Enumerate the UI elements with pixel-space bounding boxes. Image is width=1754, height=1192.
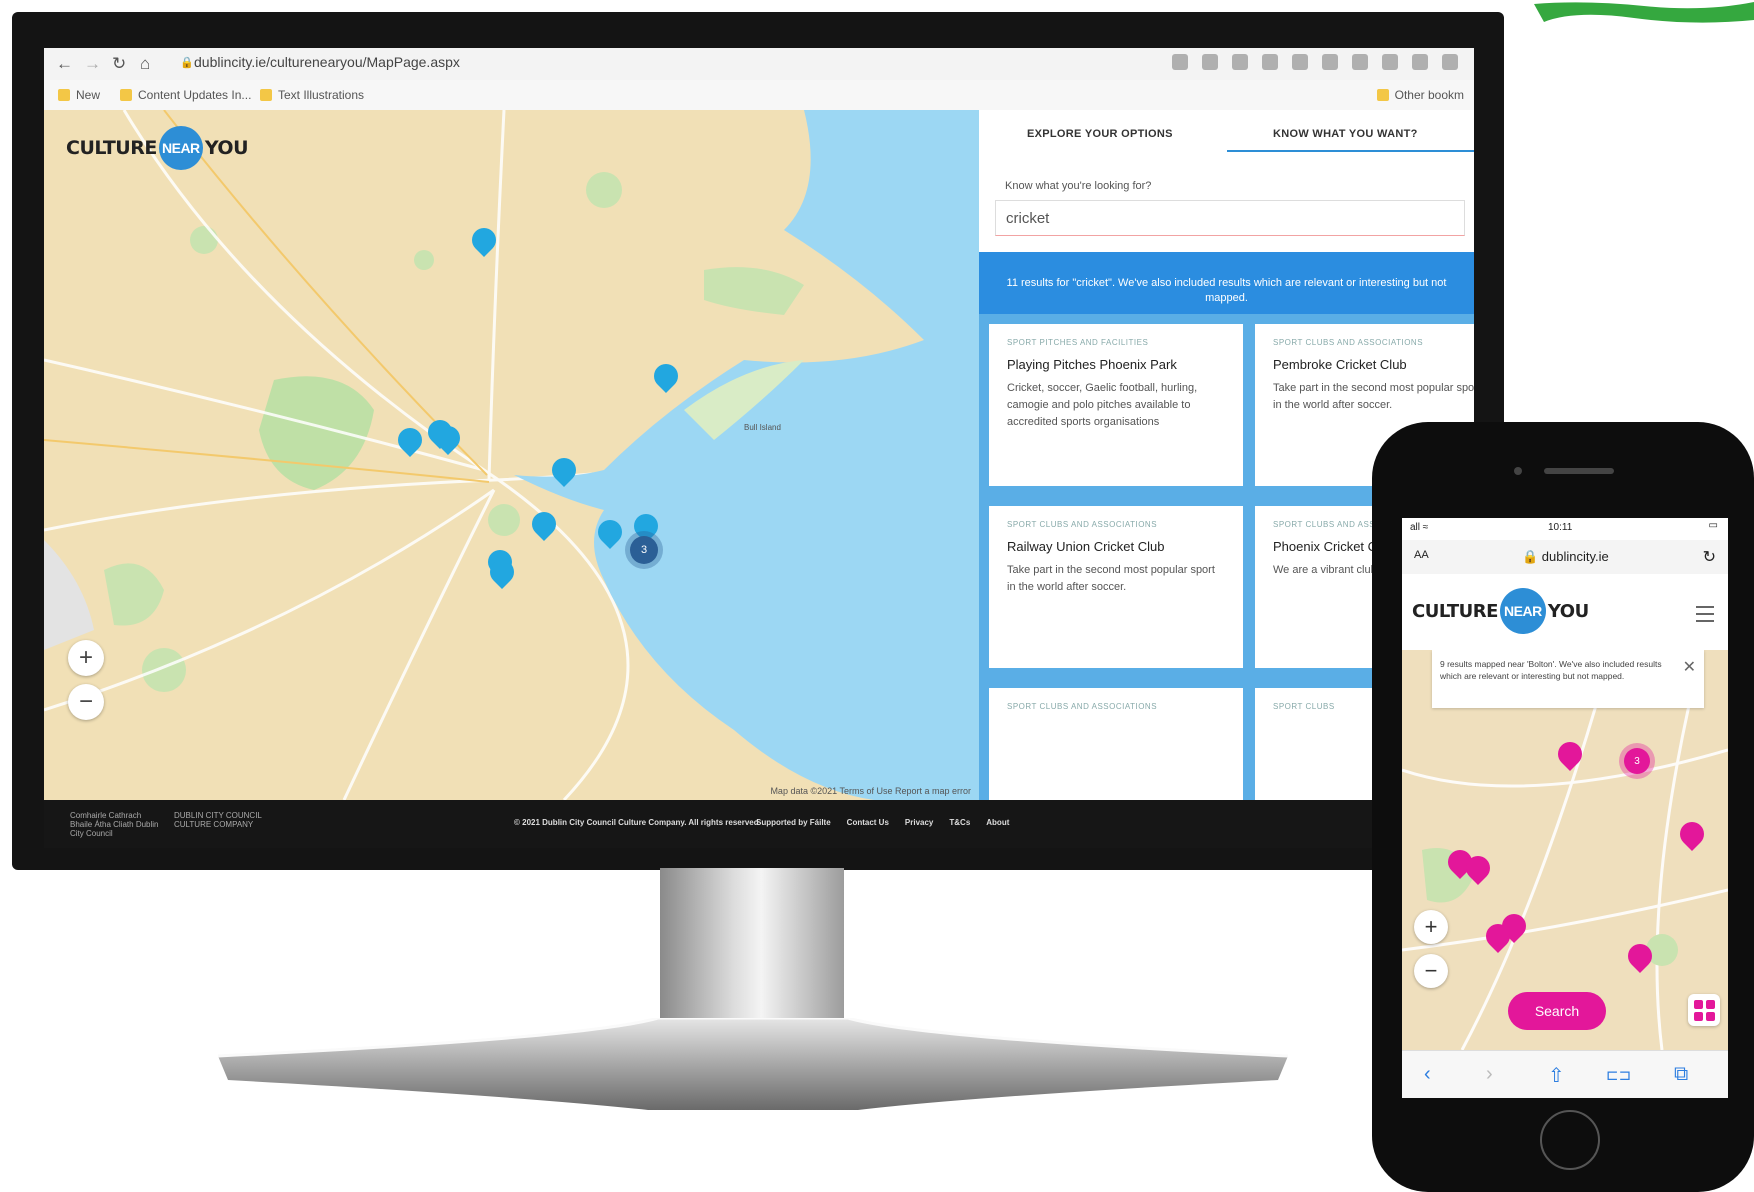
translate-icon[interactable] bbox=[1202, 54, 1218, 70]
tabs-icon[interactable]: ⧉ bbox=[1674, 1063, 1688, 1086]
footer-links: Supported by Fáilte Contact Us Privacy T… bbox=[756, 818, 1009, 827]
culture-near-you-logo[interactable]: CULTURE NEAR YOU bbox=[1412, 588, 1589, 634]
menu-icon[interactable] bbox=[1442, 54, 1458, 70]
extension-icon[interactable] bbox=[1352, 54, 1368, 70]
speaker-grille bbox=[1544, 468, 1614, 474]
mobile-map[interactable]: 9 results mapped near 'Bolton'. We've al… bbox=[1402, 650, 1728, 1050]
signal-icon: all ≈ bbox=[1410, 522, 1429, 533]
desktop-monitor: ← → ↻ ⌂ 🔒 dublincity.ie/culturenearyou/M… bbox=[12, 12, 1504, 870]
share-icon[interactable]: ⇧ bbox=[1548, 1063, 1565, 1088]
copyright-text: © 2021 Dublin City Council Culture Compa… bbox=[514, 818, 759, 827]
profile-icon[interactable] bbox=[1412, 54, 1428, 70]
camera-icon bbox=[1514, 467, 1522, 475]
footer-link-supported[interactable]: Supported by Fáilte bbox=[756, 818, 831, 827]
bookmark-item[interactable]: Text Illustrations bbox=[260, 88, 364, 102]
other-bookmarks[interactable]: Other bookm bbox=[1376, 88, 1464, 102]
query-label: Know what you're looking for? bbox=[1005, 180, 1152, 192]
folder-icon bbox=[58, 89, 70, 101]
zoom-out-button[interactable]: − bbox=[1414, 954, 1448, 988]
extension-icon[interactable] bbox=[1382, 54, 1398, 70]
zoom-out-button[interactable]: − bbox=[68, 684, 104, 720]
extension-icon[interactable] bbox=[1322, 54, 1338, 70]
desktop-screen: ← → ↻ ⌂ 🔒 dublincity.ie/culturenearyou/M… bbox=[44, 48, 1474, 848]
map-view[interactable]: Bull Island CULTURE NEAR YOU 3 + − Map d… bbox=[44, 110, 979, 800]
footer-link-contact[interactable]: Contact Us bbox=[847, 818, 889, 827]
lock-icon: 🔒 bbox=[180, 57, 194, 69]
extension-icon[interactable] bbox=[1292, 54, 1308, 70]
map-cluster[interactable]: 3 bbox=[630, 536, 658, 564]
map-attribution[interactable]: Map data ©2021 Terms of Use Report a map… bbox=[770, 786, 971, 796]
bookmarks-bar: New Content Updates In... Text Illustrat… bbox=[44, 80, 1474, 111]
bookmark-item[interactable]: New bbox=[58, 88, 100, 102]
text-size-button[interactable]: AA bbox=[1414, 549, 1429, 561]
list-view-icon[interactable] bbox=[1688, 994, 1720, 1026]
battery-icon: ▭ bbox=[1708, 520, 1718, 531]
map-background: Bull Island bbox=[44, 110, 979, 800]
dcc-logo[interactable]: Comhairle Cathrach Bhaile Átha Cliath Du… bbox=[70, 811, 160, 837]
hamburger-menu-icon[interactable] bbox=[1696, 606, 1714, 622]
status-bar: all ≈ 10:11 ▭ bbox=[1402, 518, 1728, 540]
mobile-url-bar: AA 🔒 dublincity.ie ↻ bbox=[1402, 540, 1728, 575]
status-time: 10:11 bbox=[1548, 522, 1573, 533]
zoom-in-button[interactable]: + bbox=[1414, 910, 1448, 944]
home-icon[interactable]: ⌂ bbox=[140, 54, 150, 74]
result-card[interactable]: SPORT PITCHES AND FACILITIES Playing Pit… bbox=[989, 324, 1243, 486]
tab-know-what-you-want[interactable]: KNOW WHAT YOU WANT? bbox=[1273, 128, 1418, 140]
folder-icon bbox=[1376, 89, 1389, 101]
search-input[interactable] bbox=[995, 200, 1465, 236]
green-brush-decoration bbox=[1534, 2, 1754, 23]
bookmarks-icon[interactable]: ⊏⊐ bbox=[1606, 1066, 1631, 1084]
bookmark-item[interactable]: Content Updates In... bbox=[120, 88, 251, 102]
zoom-icon[interactable] bbox=[1232, 54, 1248, 70]
mobile-header: CULTURE NEAR YOU bbox=[1402, 574, 1728, 650]
active-tab-indicator bbox=[1227, 150, 1474, 152]
tab-explore-options[interactable]: EXPLORE YOUR OPTIONS bbox=[1027, 128, 1173, 140]
star-icon[interactable] bbox=[1262, 54, 1278, 70]
reload-icon[interactable]: ↻ bbox=[1703, 547, 1716, 567]
close-icon[interactable]: ✕ bbox=[1683, 656, 1696, 679]
back-icon[interactable]: ← bbox=[56, 54, 73, 74]
map-cluster[interactable]: 3 bbox=[1624, 748, 1650, 774]
footer-link-privacy[interactable]: Privacy bbox=[905, 818, 933, 827]
mobile-address[interactable]: 🔒 dublincity.ie bbox=[1522, 549, 1609, 565]
result-card[interactable]: SPORT CLUBS AND ASSOCIATIONS bbox=[989, 688, 1243, 800]
footer-link-terms[interactable]: T&Cs bbox=[949, 818, 970, 827]
culture-near-you-logo[interactable]: CULTURE NEAR YOU bbox=[66, 126, 249, 170]
address-bar[interactable]: dublincity.ie/culturenearyou/MapPage.asp… bbox=[194, 54, 460, 70]
result-card[interactable]: SPORT CLUBS AND ASSOCIATIONS Railway Uni… bbox=[989, 506, 1243, 668]
results-banner: 11 results for "cricket". We've also inc… bbox=[979, 252, 1474, 314]
footer-link-about[interactable]: About bbox=[986, 818, 1009, 827]
results-notice: 9 results mapped near 'Bolton'. We've al… bbox=[1432, 650, 1704, 708]
culture-company-logo[interactable]: DUBLIN CITY COUNCIL CULTURE COMPANY bbox=[174, 811, 274, 834]
mobile-browser-toolbar: ‹ › ⇧ ⊏⊐ ⧉ bbox=[1402, 1050, 1728, 1098]
folder-icon bbox=[120, 89, 132, 101]
mobile-screen: all ≈ 10:11 ▭ AA 🔒 dublincity.ie ↻ CULTU… bbox=[1402, 518, 1728, 1098]
monitor-stand-base bbox=[218, 1018, 1288, 1110]
site-footer: Comhairle Cathrach Bhaile Átha Cliath Du… bbox=[44, 800, 1474, 848]
zoom-in-button[interactable]: + bbox=[68, 640, 104, 676]
mobile-phone: all ≈ 10:11 ▭ AA 🔒 dublincity.ie ↻ CULTU… bbox=[1372, 422, 1754, 1192]
mic-icon[interactable] bbox=[1172, 54, 1188, 70]
back-icon[interactable]: ‹ bbox=[1424, 1063, 1431, 1086]
forward-icon[interactable]: → bbox=[84, 54, 101, 74]
reload-icon[interactable]: ↻ bbox=[112, 54, 126, 74]
forward-icon[interactable]: › bbox=[1486, 1063, 1493, 1086]
map-place-label: Bull Island bbox=[744, 423, 781, 432]
search-button[interactable]: Search bbox=[1508, 992, 1606, 1030]
folder-icon bbox=[260, 89, 272, 101]
home-button[interactable] bbox=[1540, 1110, 1600, 1170]
browser-toolbar: ← → ↻ ⌂ 🔒 dublincity.ie/culturenearyou/M… bbox=[44, 48, 1474, 81]
mobile-map-background bbox=[1402, 650, 1728, 1050]
extension-icons bbox=[1172, 54, 1458, 70]
